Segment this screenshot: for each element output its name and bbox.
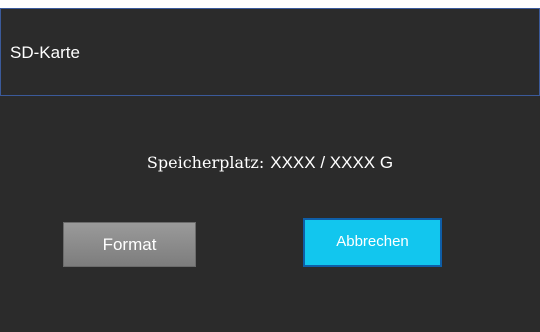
format-button[interactable]: Format [63, 222, 196, 267]
dialog-header: SD-Karte [0, 8, 540, 96]
cancel-button[interactable]: Abbrechen [303, 218, 442, 267]
top-strip [0, 0, 540, 8]
dialog-title: SD-Karte [10, 43, 80, 62]
screen: SD-Karte Speicherplatz: XXXX / XXXX G For… [0, 0, 540, 332]
storage-info: Speicherplatz: XXXX / XXXX G [0, 153, 540, 173]
storage-label: Speicherplatz: [146, 153, 265, 172]
storage-value: XXXX / XXXX G [270, 153, 394, 172]
sd-card-dialog: SD-Karte Speicherplatz: XXXX / XXXX G For… [0, 8, 540, 332]
